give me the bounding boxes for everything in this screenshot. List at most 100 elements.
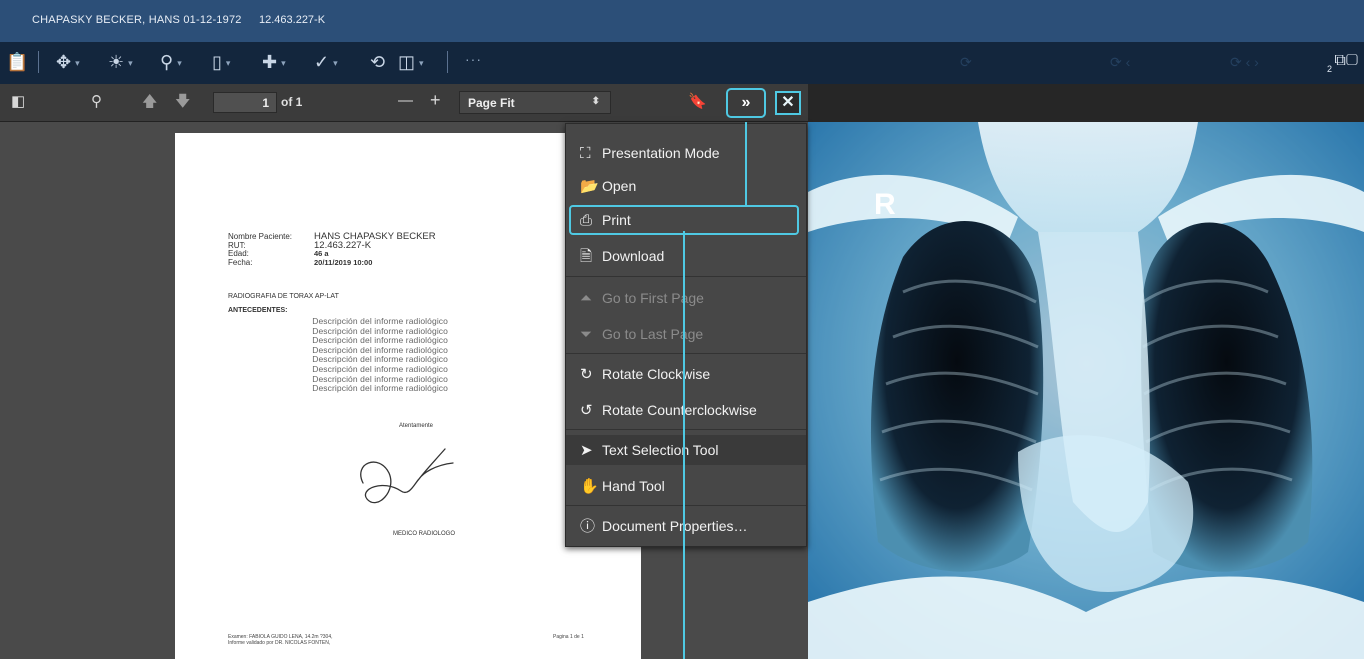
page-footer: Examen: FABIOLA GUIDO LENA, 14.2m ?304, …	[228, 634, 333, 646]
menu-item-label: Download	[602, 248, 665, 264]
toolbar-divider	[447, 51, 448, 73]
menu-item-document-properties[interactable]: ⓘ Document Properties…	[566, 511, 806, 541]
menu-separator	[566, 505, 806, 506]
xray-graphic: R	[808, 122, 1364, 659]
field-value: 20/11/2019 10:00	[314, 257, 373, 267]
menu-separator	[566, 353, 806, 354]
menu-separator	[566, 429, 806, 430]
faded-icon: ⟳ ‹ ›	[1230, 54, 1259, 70]
menu-item-label: Presentation Mode	[602, 145, 720, 161]
chevron-down-icon[interactable]: ▾	[226, 58, 231, 68]
menu-item-text-selection-tool[interactable]: ➤ Text Selection Tool	[566, 435, 806, 465]
callout-line	[745, 122, 747, 205]
measure-tool-button[interactable]: ▯ ▾	[212, 50, 230, 75]
page-number-label: Pagina 1 de 1	[553, 634, 584, 640]
check-tool-button[interactable]: ✓ ▾	[314, 50, 338, 75]
menu-item-presentation-mode[interactable]: ⛶ Presentation Mode	[566, 138, 806, 168]
faded-icon: ⟳	[960, 54, 972, 70]
signer-title: MEDICO RADIOLOGO	[393, 531, 456, 537]
menu-item-hand-tool[interactable]: ✋ Hand Tool	[566, 471, 806, 501]
pan-icon: ✥	[56, 52, 72, 72]
reset-button[interactable]: ⟲	[370, 50, 385, 74]
chevron-down-icon[interactable]: ▾	[75, 58, 80, 68]
menu-item-last-page[interactable]: ⏷ Go to Last Page	[566, 319, 806, 349]
menu-item-label: Rotate Counterclockwise	[602, 402, 757, 418]
3d-tool-button[interactable]: ◫ ▾	[398, 50, 424, 75]
rotate-cw-icon: ↻	[580, 366, 593, 383]
download-icon: 🗎	[580, 248, 593, 265]
chevron-down-icon[interactable]: ▾	[419, 58, 424, 68]
menu-item-label: Rotate Clockwise	[602, 366, 711, 382]
field-row: Fecha: 20/11/2019 10:00	[228, 257, 436, 268]
sidebar-toggle-icon[interactable]: ◧	[11, 93, 25, 111]
cursor-icon: ➤	[580, 442, 593, 459]
print-icon: ⎙	[580, 212, 593, 229]
next-page-icon[interactable]: 🡇	[175, 93, 190, 111]
annotation-icon: ✚	[262, 52, 278, 72]
viewer-toolbar: 📋 ✥ ▾ ☀ ▾ ⚲ ▾ ▯ ▾ ✚ ▾ ✓ ▾ ⟲ ◫ ▾ ··· ⟳ ⟳ ‹ ⟳ ‹ ›…	[0, 42, 1364, 84]
tools-menu: ⛶ Presentation Mode 📂 Open ⎙ Print 🗎 Downloa…	[565, 123, 807, 547]
measure-icon: ▯	[212, 52, 222, 72]
hand-icon: ✋	[580, 478, 599, 495]
rotate-ccw-icon: ↺	[580, 402, 593, 419]
toolbar-divider	[38, 51, 39, 73]
page-count: of 1	[281, 95, 303, 109]
menu-item-label: Text Selection Tool	[602, 442, 719, 458]
menu-item-label: Open	[602, 178, 637, 194]
menu-item-open[interactable]: 📂 Open	[566, 171, 806, 201]
pdf-toolbar: ◧ ⚲ 🡅 🡇 1 of 1 — + Page Fit ⬍ 🔖 » ✕	[0, 84, 808, 122]
footer-line: Informe validado por DR. NICOLAS FONTEN,	[228, 640, 331, 646]
close-button[interactable]: ✕	[775, 91, 801, 115]
patient-name-date: CHAPASKY BECKER, HANS 01-12-1972	[32, 14, 242, 26]
zoom-in-button[interactable]: +	[430, 91, 441, 109]
menu-item-label: Go to First Page	[602, 290, 704, 306]
menu-separator	[566, 276, 806, 277]
callout-line	[683, 231, 685, 659]
chevron-down-icon[interactable]: ▾	[281, 58, 286, 68]
field-label: Fecha:	[228, 257, 253, 267]
patient-fields: Nombre Paciente: HANS CHAPASKY BECKER RUT…	[228, 232, 436, 268]
previous-page-icon[interactable]: 🡅	[142, 93, 157, 111]
report-description: Descripción del informe radiológico Desc…	[280, 316, 448, 394]
description-line: Descripción del informe radiológico	[312, 383, 448, 394]
menu-item-download[interactable]: 🗎 Download	[566, 241, 806, 271]
chevron-down-icon[interactable]: ▾	[177, 58, 182, 68]
page-number-input[interactable]: 1	[213, 92, 277, 113]
fullscreen-icon: ⛶	[580, 145, 591, 162]
window-level-button[interactable]: ☀ ▾	[108, 50, 133, 75]
field-row: RUT: 12.463.227-K	[228, 240, 436, 251]
chevron-down-icon[interactable]: ▾	[128, 58, 133, 68]
menu-item-label: Hand Tool	[602, 478, 665, 494]
zoom-icon: ⚲	[160, 52, 174, 72]
faded-icon: ⟳ ‹	[1110, 54, 1131, 70]
open-file-icon: 📂	[580, 178, 599, 195]
more-tools-button[interactable]: ···	[465, 51, 482, 67]
menu-item-label: Go to Last Page	[602, 326, 704, 342]
last-page-icon: ⏷	[580, 326, 593, 343]
zoom-tool-button[interactable]: ⚲ ▾	[160, 50, 182, 75]
select-caret-icon: ⬍	[591, 96, 600, 107]
check-icon: ✓	[314, 52, 330, 72]
signature-image	[360, 448, 454, 504]
menu-item-rotate-counterclockwise[interactable]: ↺ Rotate Counterclockwise	[566, 395, 806, 425]
chest-xray-image[interactable]: R	[808, 122, 1364, 659]
menu-item-rotate-clockwise[interactable]: ↻ Rotate Clockwise	[566, 359, 806, 389]
search-icon[interactable]: ⚲	[91, 93, 102, 111]
annotation-tool-button[interactable]: ✚ ▾	[262, 50, 286, 75]
chevron-down-icon[interactable]: ▾	[333, 58, 338, 68]
clipboard-icon[interactable]: 📋	[6, 50, 28, 74]
zoom-out-button[interactable]: —	[398, 92, 413, 110]
tools-menu-button[interactable]: »	[726, 88, 766, 118]
info-icon: ⓘ	[580, 518, 596, 535]
zoom-select-value: Page Fit	[468, 96, 515, 110]
pan-tool-button[interactable]: ✥ ▾	[56, 50, 80, 75]
window-level-icon: ☀	[108, 52, 125, 72]
xray-toolbar-area	[808, 84, 1364, 122]
layout-count: 2	[1326, 64, 1332, 74]
zoom-select[interactable]: Page Fit ⬍	[459, 91, 611, 114]
menu-item-first-page[interactable]: ⏶ Go to First Page	[566, 283, 806, 313]
layout-icon[interactable]: ⧉▢	[1334, 52, 1358, 70]
reset-icon: ⟲	[370, 52, 386, 72]
cube-icon: ◫	[398, 52, 416, 72]
bookmark-icon[interactable]: 🔖	[688, 93, 707, 111]
